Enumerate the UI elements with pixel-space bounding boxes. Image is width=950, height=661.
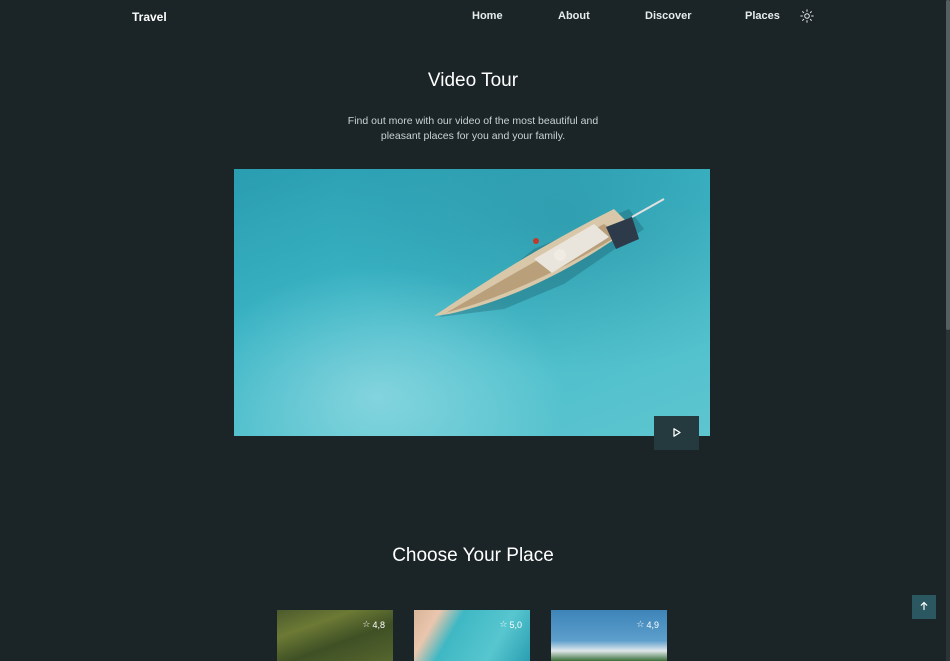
- place-card[interactable]: ☆ 5,0: [414, 610, 530, 661]
- video-section-title: Video Tour: [427, 70, 519, 91]
- scrollbar-thumb[interactable]: [946, 0, 950, 330]
- rating-value: 5,0: [509, 619, 522, 630]
- nav-link-home[interactable]: Home: [472, 10, 503, 22]
- logo[interactable]: Travel: [132, 10, 167, 24]
- rating-badge: ☆ 5,0: [499, 619, 522, 630]
- nav-link-discover[interactable]: Discover: [645, 10, 691, 22]
- arrow-up-icon: [919, 598, 929, 616]
- play-button[interactable]: [654, 416, 699, 450]
- video-player[interactable]: [234, 169, 710, 436]
- video-section-description: Find out more with our video of the most…: [347, 115, 599, 142]
- top-nav: Travel Home About Discover Places: [0, 0, 946, 34]
- nav-link-places[interactable]: Places: [745, 10, 780, 22]
- play-icon: [672, 424, 681, 442]
- rating-badge: ☆ 4,8: [362, 619, 385, 630]
- rating-value: 4,8: [372, 619, 385, 630]
- nav-link-about[interactable]: About: [558, 10, 590, 22]
- rating-badge: ☆ 4,9: [636, 619, 659, 630]
- scroll-to-top-button[interactable]: [912, 595, 936, 619]
- sailboat-image: [434, 198, 665, 317]
- places-section-title: Choose Your Place: [392, 545, 554, 566]
- page-scrollbar[interactable]: [946, 0, 950, 661]
- star-icon: ☆: [499, 619, 508, 629]
- page: Travel Home About Discover Places Video …: [0, 0, 950, 661]
- sun-icon[interactable]: [800, 9, 814, 23]
- place-card[interactable]: ☆ 4,9: [551, 610, 667, 661]
- place-card[interactable]: ☆ 4,8: [277, 610, 393, 661]
- star-icon: ☆: [362, 619, 371, 629]
- rating-value: 4,9: [646, 619, 659, 630]
- star-icon: ☆: [636, 619, 645, 629]
